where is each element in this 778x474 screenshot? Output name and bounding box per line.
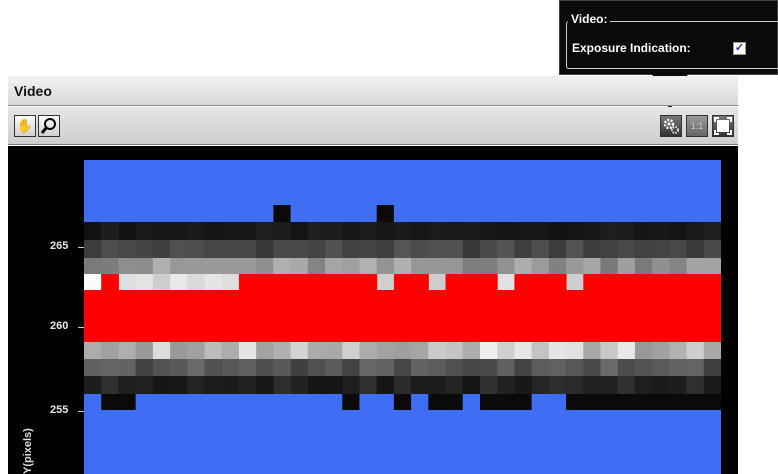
y-tick-label: 255	[50, 404, 69, 416]
hand-icon: ✋	[16, 118, 34, 133]
video-heatmap[interactable]	[84, 160, 721, 474]
y-tick-mark	[78, 411, 84, 412]
magnifier-icon	[40, 118, 56, 134]
gear-icon	[663, 118, 679, 134]
video-toolbar	[8, 107, 738, 145]
video-panel-title: Video	[8, 76, 738, 106]
video-settings-popup: Video: Exposure Indication:	[559, 0, 778, 75]
settings-button[interactable]	[660, 115, 682, 137]
exposure-indication-checkbox[interactable]: ✓	[733, 42, 746, 55]
y-tick-label: 260	[50, 320, 69, 332]
fit-to-window-icon	[714, 117, 732, 135]
y-tick-mark	[78, 327, 84, 328]
y-tick-label: 265	[50, 240, 69, 252]
fit-to-window-button[interactable]	[712, 115, 734, 137]
zoom-tool-button[interactable]	[38, 115, 60, 137]
y-axis-label: Y(pixels)	[22, 428, 34, 474]
pan-tool-button[interactable]: ✋	[14, 115, 36, 137]
one-to-one-button[interactable]: 1:1	[686, 115, 708, 137]
y-tick-mark	[78, 247, 84, 248]
exposure-indication-label: Exposure Indication:	[572, 41, 691, 55]
video-group-legend: Video:	[568, 12, 611, 26]
